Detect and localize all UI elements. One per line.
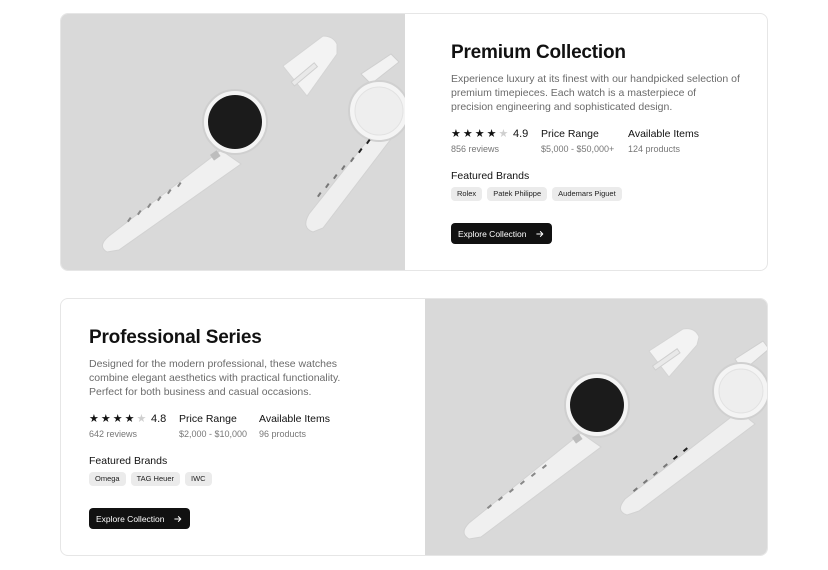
collection-card-professional: Professional Series Designed for the mod… — [60, 298, 768, 556]
star-icon: ★ — [112, 413, 123, 425]
explore-collection-button[interactable]: Explore Collection — [89, 508, 190, 529]
product-image — [61, 14, 405, 270]
availability-value: 124 products — [628, 144, 681, 154]
star-empty-icon: ★ — [136, 413, 147, 425]
brand-tags: Omega TAG Heuer IWC — [89, 472, 212, 486]
availability-value: 96 products — [259, 429, 307, 439]
brand-tag[interactable]: Rolex — [451, 187, 483, 201]
watch-illustration — [463, 328, 767, 540]
star-icon: ★ — [124, 413, 135, 425]
star-rating: ★ ★ ★ ★ ★ — [89, 413, 146, 426]
price-stat: Price Range $5,000 - $50,000+ — [541, 128, 614, 155]
price-value: $5,000 - $50,000+ — [541, 144, 615, 154]
brand-tag[interactable]: TAG Heuer — [130, 472, 180, 486]
brand-tag[interactable]: IWC — [184, 472, 212, 486]
brand-tag[interactable]: Audemars Piguet — [552, 187, 622, 201]
featured-brands-title: Featured Brands — [89, 455, 168, 467]
star-icon: ★ — [451, 128, 461, 140]
star-icon: ★ — [474, 128, 485, 140]
price-label: Price Range — [179, 413, 237, 425]
collection-details: Premium Collection Experience luxury at … — [451, 14, 751, 270]
rating-stat: ★ ★ ★ ★ ★ 4.9 856 reviews — [451, 128, 528, 155]
featured-brands-title: Featured Brands — [451, 170, 530, 182]
price-value: $2,000 - $10,000 — [179, 429, 248, 439]
availability-label: Available Items — [259, 413, 331, 425]
star-icon: ★ — [100, 413, 111, 425]
explore-collection-button[interactable]: Explore Collection — [451, 223, 552, 244]
price-label: Price Range — [541, 128, 599, 140]
star-icon: ★ — [89, 413, 99, 425]
price-stat: Price Range $2,000 - $10,000 — [179, 413, 247, 440]
availability-stat: Available Items 96 products — [259, 413, 330, 440]
collection-stats: ★ ★ ★ ★ ★ 4.8 642 reviews Price Range $2… — [89, 413, 389, 443]
collection-card-premium: Premium Collection Experience luxury at … — [60, 13, 768, 271]
collection-title: Professional Series — [89, 327, 262, 348]
availability-label: Available Items — [628, 128, 700, 140]
arrow-right-icon — [173, 515, 181, 522]
review-count: 642 reviews — [89, 429, 138, 439]
brand-tags: Rolex Patek Philippe Audemars Piguet — [451, 187, 622, 201]
collection-stats: ★ ★ ★ ★ ★ 4.9 856 reviews Price Range $5… — [451, 128, 751, 158]
brand-tag[interactable]: Patek Philippe — [487, 187, 548, 201]
explore-button-label: Explore Collection — [96, 513, 165, 524]
arrow-right-icon — [535, 230, 543, 237]
product-image — [425, 299, 767, 555]
collection-title: Premium Collection — [451, 42, 626, 63]
rating-stat: ★ ★ ★ ★ ★ 4.8 642 reviews — [89, 413, 166, 440]
rating-value: 4.9 — [513, 128, 529, 140]
review-count: 856 reviews — [451, 144, 500, 154]
star-icon: ★ — [486, 128, 497, 140]
rating-value: 4.8 — [151, 413, 167, 425]
collection-description: Designed for the modern professional, th… — [89, 358, 341, 398]
watch-illustration — [102, 35, 405, 253]
collection-details: Professional Series Designed for the mod… — [89, 299, 389, 555]
star-icon: ★ — [462, 128, 473, 140]
availability-stat: Available Items 124 products — [628, 128, 699, 155]
explore-button-label: Explore Collection — [458, 228, 527, 239]
star-empty-icon: ★ — [498, 128, 509, 140]
brand-tag[interactable]: Omega — [89, 472, 126, 486]
star-rating: ★ ★ ★ ★ ★ — [451, 128, 508, 141]
collection-description: Experience luxury at its finest with our… — [451, 73, 740, 113]
